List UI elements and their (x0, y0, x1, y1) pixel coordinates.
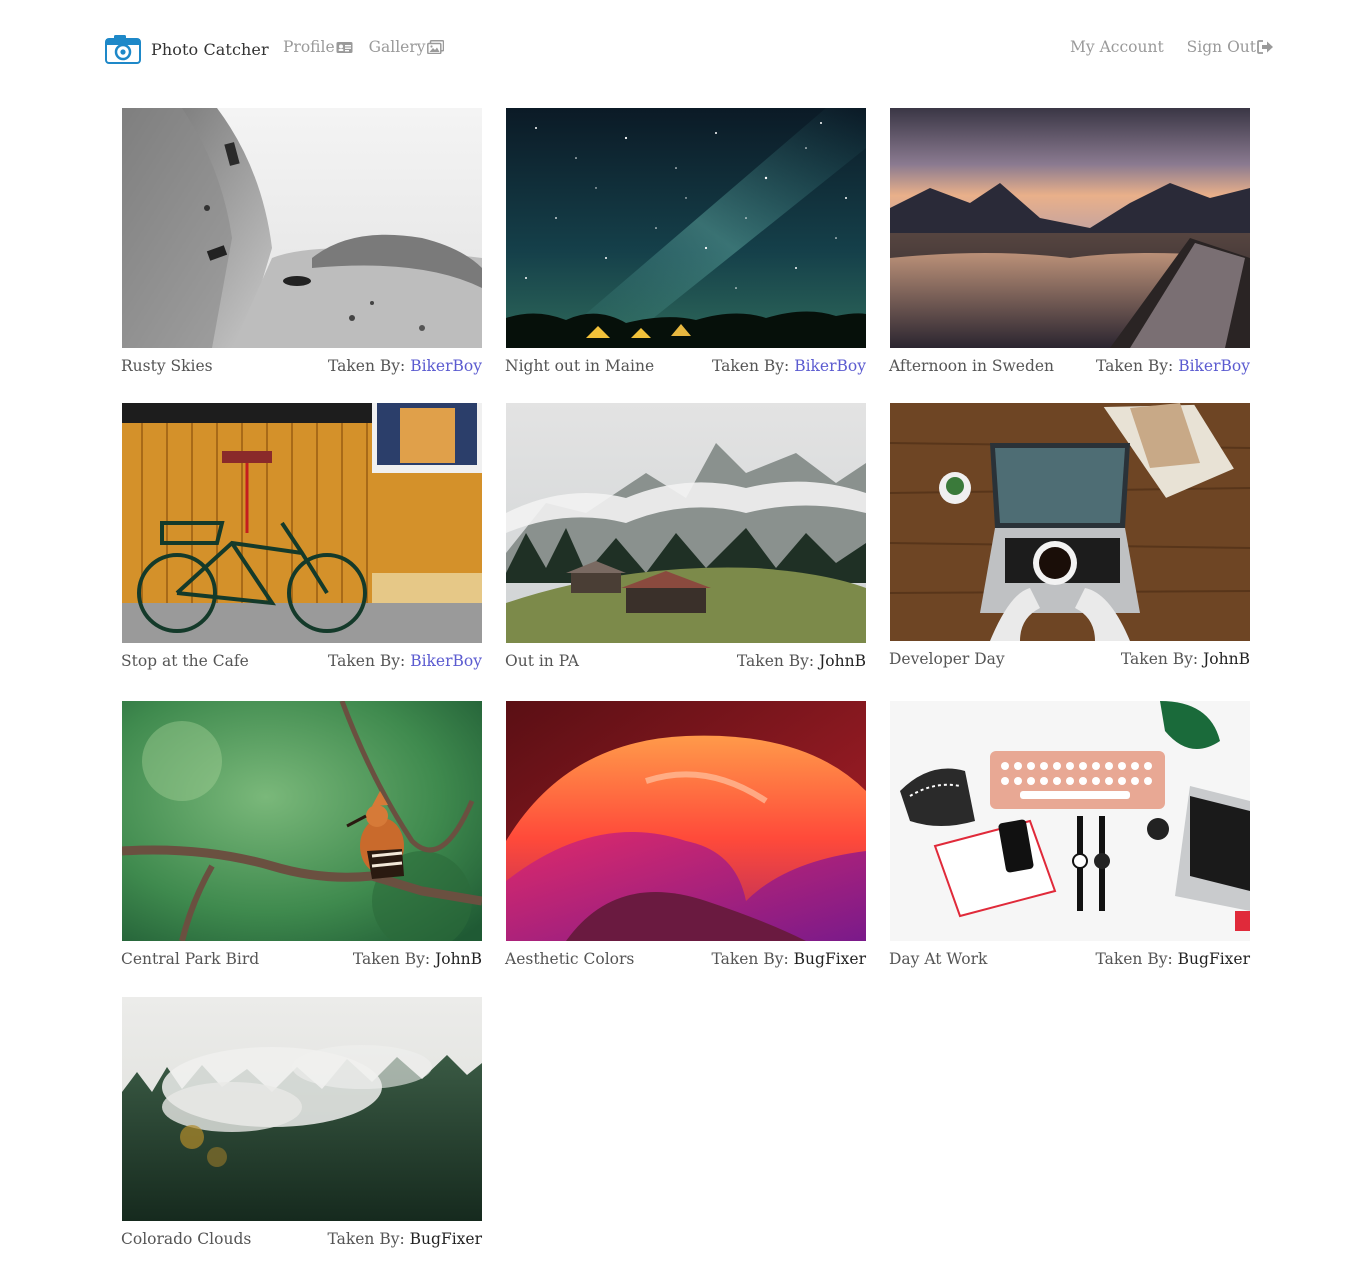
brand-link[interactable]: Photo Catcher (105, 34, 269, 64)
taken-by-label: Taken By: (327, 1230, 405, 1248)
author-link[interactable]: BikerBoy (410, 357, 482, 375)
photo-credit: Taken By: JohnB (737, 651, 866, 671)
top-navbar: Photo Catcher Profile Gallery My Account… (0, 0, 1372, 100)
photo-title: Colorado Clouds (121, 1230, 252, 1248)
photo-image[interactable] (122, 701, 482, 941)
photo-title: Aesthetic Colors (505, 950, 635, 968)
taken-by-label: Taken By: (1095, 950, 1173, 968)
taken-by-label: Taken By: (328, 357, 406, 375)
nav-gallery-label: Gallery (368, 38, 426, 56)
photo-image[interactable] (506, 403, 866, 643)
photo-image[interactable] (890, 701, 1250, 941)
photo-image[interactable] (890, 108, 1250, 348)
photo-card: Stop at the Cafe Taken By: BikerBoy (121, 403, 482, 671)
photo-title: Out in PA (505, 652, 579, 670)
taken-by-label: Taken By: (1120, 650, 1199, 668)
photo-image[interactable] (122, 403, 482, 643)
photo-credit: Taken By: BikerBoy (712, 356, 866, 376)
photo-card: Afternoon in Sweden Taken By: BikerBoy (889, 108, 1250, 376)
nav-sign-out-link[interactable]: Sign Out (1187, 38, 1274, 56)
author-name: BugFixer (1177, 950, 1250, 968)
photo-image[interactable] (122, 108, 482, 348)
photo-image[interactable] (122, 997, 482, 1221)
nav-sign-out-label: Sign Out (1186, 38, 1256, 56)
photo-title: Stop at the Cafe (121, 652, 249, 670)
photo-title: Afternoon in Sweden (889, 357, 1055, 375)
photo-credit: Taken By: BugFixer (711, 949, 866, 969)
photo-credit: Taken By: JohnB (1121, 649, 1250, 669)
photo-card: Aesthetic Colors Taken By: BugFixer (505, 701, 866, 969)
sign-out-icon (1257, 40, 1273, 54)
nav-profile-link[interactable]: Profile (283, 38, 353, 56)
nav-my-account-link[interactable]: My Account (1070, 38, 1164, 56)
nav-profile-label: Profile (283, 38, 335, 56)
images-icon (426, 40, 444, 54)
brand-name: Photo Catcher (151, 39, 269, 59)
photo-card: Colorado Clouds Taken By: BugFixer (121, 997, 482, 1249)
photo-image[interactable] (506, 701, 866, 941)
photo-title: Day At Work (889, 950, 988, 968)
photo-title: Developer Day (889, 650, 1005, 668)
photo-title: Central Park Bird (121, 950, 260, 968)
id-card-icon (336, 42, 353, 53)
taken-by-label: Taken By: (1096, 357, 1174, 375)
photo-credit: Taken By: BugFixer (327, 1229, 482, 1249)
photo-credit: Taken By: BikerBoy (328, 356, 482, 376)
author-name: JohnB (435, 950, 482, 968)
nav-my-account-label: My Account (1070, 38, 1164, 56)
author-link[interactable]: BikerBoy (794, 357, 866, 375)
nav-gallery-link[interactable]: Gallery (369, 38, 444, 56)
photo-credit: Taken By: BikerBoy (328, 651, 482, 671)
photo-title: Rusty Skies (121, 357, 213, 375)
taken-by-label: Taken By: (712, 357, 790, 375)
author-name: BugFixer (793, 950, 866, 968)
photo-card: Out in PA Taken By: JohnB (505, 403, 866, 671)
author-name: JohnB (819, 652, 866, 670)
taken-by-label: Taken By: (736, 652, 815, 670)
author-link[interactable]: BikerBoy (410, 652, 482, 670)
photo-credit: Taken By: JohnB (353, 949, 482, 969)
taken-by-label: Taken By: (328, 652, 406, 670)
photo-image[interactable] (506, 108, 866, 348)
taken-by-label: Taken By: (352, 950, 431, 968)
author-name: BugFixer (409, 1230, 482, 1248)
photo-card: Day At Work Taken By: BugFixer (889, 701, 1250, 969)
photo-card: Developer Day Taken By: JohnB (889, 403, 1250, 669)
photo-credit: Taken By: BugFixer (1095, 949, 1250, 969)
author-link[interactable]: BikerBoy (1178, 357, 1250, 375)
photo-card: Night out in Maine Taken By: BikerBoy (505, 108, 866, 376)
photo-card: Central Park Bird Taken By: JohnB (121, 701, 482, 969)
taken-by-label: Taken By: (711, 950, 789, 968)
photo-image[interactable] (890, 403, 1250, 641)
author-name: JohnB (1203, 650, 1250, 668)
photo-credit: Taken By: BikerBoy (1096, 356, 1250, 376)
photo-card: Rusty Skies Taken By: BikerBoy (121, 108, 482, 376)
photo-title: Night out in Maine (505, 357, 655, 375)
camera-icon (105, 35, 141, 64)
